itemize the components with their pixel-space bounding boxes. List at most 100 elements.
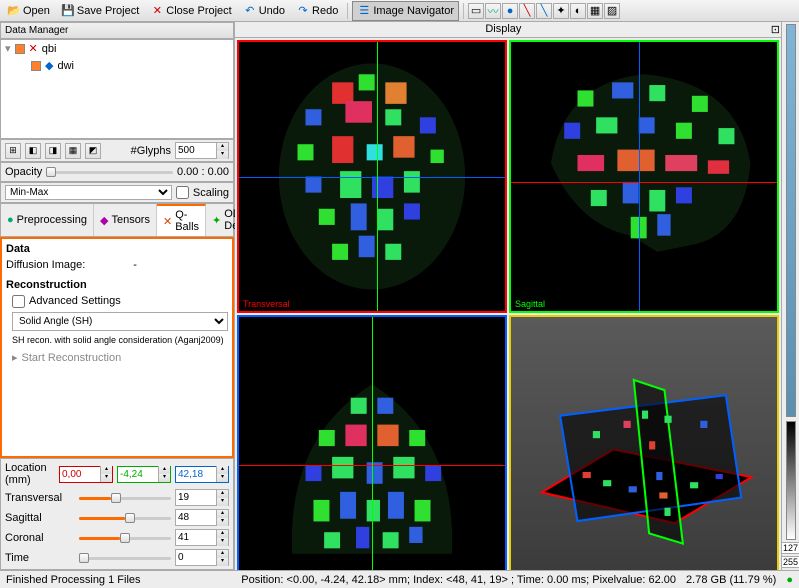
- tab-qballs[interactable]: ✕Q-Balls: [157, 204, 206, 236]
- tab-preprocessing[interactable]: ●Preprocessing: [1, 204, 94, 236]
- data-heading: Data: [6, 243, 228, 255]
- dot-icon: ●: [7, 214, 14, 226]
- expand-collapse-icon[interactable]: ⊡: [771, 23, 780, 36]
- item-label: qbi: [42, 43, 57, 55]
- dti-brain-sagittal: [511, 42, 777, 311]
- tool-misc-button[interactable]: ✦: [553, 3, 569, 19]
- tree-item[interactable]: ▾ ✕ qbi: [1, 40, 233, 57]
- close-icon: ✕: [150, 4, 164, 18]
- transversal-val[interactable]: ▴▾: [175, 489, 229, 506]
- transversal-slider[interactable]: [79, 491, 171, 505]
- coronal-label: Coronal: [5, 532, 75, 544]
- start-recon-button[interactable]: ▸Start Reconstruction: [12, 351, 228, 364]
- opacity-value: 0.00 : 0.00: [177, 166, 229, 178]
- redo-button[interactable]: ↷Redo: [291, 1, 343, 21]
- line-icon: ╲: [524, 4, 531, 17]
- view-transversal[interactable]: Transversal: [237, 40, 507, 313]
- image-icon: ▦: [590, 4, 600, 17]
- sagittal-slider[interactable]: [79, 511, 171, 525]
- tool-rect-button[interactable]: ▭: [468, 3, 484, 19]
- save-button[interactable]: 💾Save Project: [56, 1, 144, 21]
- tool-contrast-button[interactable]: ◐: [570, 3, 586, 19]
- open-button[interactable]: 📂Open: [2, 1, 55, 21]
- colorbar-2[interactable]: [786, 421, 796, 540]
- opacity-slider[interactable]: [46, 165, 173, 179]
- colorbar-1[interactable]: [786, 24, 796, 417]
- freehand-icon: 〰: [488, 3, 499, 19]
- colorbar-panel: 127 255: [781, 22, 799, 570]
- misc-icon: ✦: [556, 4, 565, 17]
- dti-3d-planes: [511, 317, 777, 570]
- tree-item[interactable]: ◆ dwi: [1, 57, 233, 74]
- diff-label: Diffusion Image:: [6, 259, 85, 271]
- time-val[interactable]: ▴▾: [175, 549, 229, 566]
- adv-checkbox-label[interactable]: Advanced Settings: [12, 295, 228, 308]
- tabs: ●Preprocessing ◆Tensors ✕Q-Balls ✦ODF De…: [0, 203, 234, 237]
- dot-icon: ✦: [212, 214, 221, 227]
- tool-pattern-button[interactable]: ▨: [604, 3, 620, 19]
- view-sagittal[interactable]: Sagittal: [509, 40, 779, 313]
- adv-checkbox[interactable]: [12, 295, 25, 308]
- tool-circle-button[interactable]: ●: [502, 3, 518, 19]
- spin-down[interactable]: ▾: [216, 151, 228, 159]
- spin-up[interactable]: ▴: [216, 143, 228, 151]
- undo-button[interactable]: ↶Undo: [238, 1, 290, 21]
- view-label: Sagittal: [515, 299, 545, 309]
- glyph-btn-2[interactable]: ◧: [25, 143, 41, 159]
- coronal-val[interactable]: ▴▾: [175, 529, 229, 546]
- view-label: Transversal: [243, 299, 290, 309]
- glyphs-input[interactable]: ▴▾: [175, 142, 229, 159]
- image-navigator-button[interactable]: ☰Image Navigator: [352, 1, 459, 21]
- tab-tensors[interactable]: ◆Tensors: [94, 204, 157, 236]
- dot-icon: ◆: [100, 214, 108, 227]
- line2-icon: ╲: [541, 4, 548, 17]
- tool-zoom-button[interactable]: 〰: [485, 3, 501, 19]
- dot-icon: ✕: [163, 215, 172, 228]
- time-slider[interactable]: [79, 551, 171, 565]
- status-memory: 2.78 GB (11.79 %): [686, 574, 776, 586]
- sagittal-val[interactable]: ▴▾: [175, 509, 229, 526]
- tool-image-button[interactable]: ▦: [587, 3, 603, 19]
- folder-open-icon: 📂: [7, 4, 21, 18]
- coronal-slider[interactable]: [79, 531, 171, 545]
- location-title: Location (mm): [5, 462, 55, 486]
- colorbar-low: 127: [781, 542, 799, 554]
- transversal-label: Transversal: [5, 492, 75, 504]
- color-swatch: [15, 44, 25, 54]
- glyph-btn-3[interactable]: ◨: [45, 143, 61, 159]
- expand-icon[interactable]: ▾: [5, 42, 11, 55]
- qballs-panel: Data Diffusion Image:- Reconstruction Ad…: [0, 237, 234, 458]
- scaling-checkbox[interactable]: [176, 186, 189, 199]
- method-desc: SH recon. with solid angle consideration…: [12, 335, 228, 345]
- view-3d[interactable]: [509, 315, 779, 570]
- view-coronal[interactable]: Coronal: [237, 315, 507, 570]
- save-icon: 💾: [61, 4, 75, 18]
- glyph-btn-5[interactable]: ◩: [85, 143, 101, 159]
- opacity-row: Opacity 0.00 : 0.00: [0, 162, 234, 182]
- scaling-row: Min-Max Scaling: [0, 182, 234, 203]
- tool-line2-button[interactable]: ╲: [536, 3, 552, 19]
- diff-value: -: [133, 259, 137, 271]
- display-title: Display ⊡: [235, 22, 781, 38]
- loc-z[interactable]: ▴▾: [175, 466, 229, 483]
- glyph-toolbar: ⊞ ◧ ◨ ▦ ◩ #Glyphs ▴▾: [0, 139, 234, 162]
- memory-icon: ●: [786, 574, 793, 586]
- contrast-icon: ◐: [575, 5, 582, 17]
- loc-y[interactable]: ▴▾: [117, 466, 171, 483]
- item-icon: ✕: [29, 42, 38, 55]
- data-manager-tree[interactable]: ▾ ✕ qbi ◆ dwi: [0, 39, 234, 139]
- main-toolbar: 📂Open 💾Save Project ✕Close Project ↶Undo…: [0, 0, 799, 22]
- navigator-icon: ☰: [357, 4, 371, 18]
- colorbar-high: 255: [781, 556, 799, 568]
- glyph-btn-4[interactable]: ▦: [65, 143, 81, 159]
- scaling-label: Scaling: [193, 187, 229, 199]
- location-panel: Location (mm) ▴▾ ▴▾ ▴▾ Transversal▴▾ Sag…: [0, 458, 234, 570]
- opacity-label: Opacity: [5, 166, 42, 178]
- glyphs-label: #Glyphs: [131, 145, 171, 157]
- loc-x[interactable]: ▴▾: [59, 466, 113, 483]
- method-select[interactable]: Solid Angle (SH): [12, 312, 228, 331]
- glyph-btn-1[interactable]: ⊞: [5, 143, 21, 159]
- minmax-select[interactable]: Min-Max: [5, 185, 172, 200]
- tool-line-button[interactable]: ╲: [519, 3, 535, 19]
- close-button[interactable]: ✕Close Project: [145, 1, 236, 21]
